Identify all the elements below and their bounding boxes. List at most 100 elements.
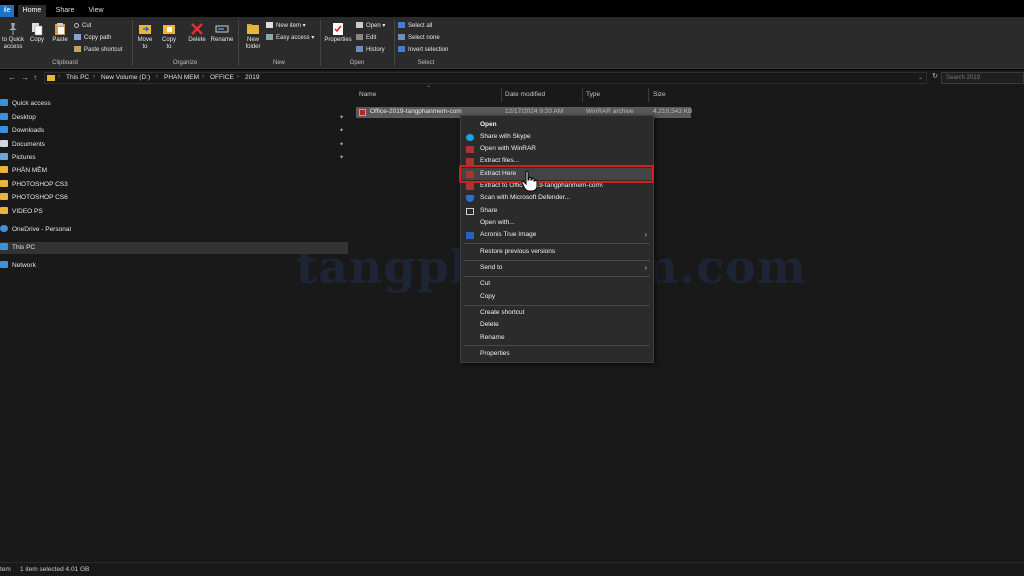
copy-path-button[interactable]: Copy path — [74, 33, 111, 43]
menu-item-copy[interactable]: Copy — [461, 291, 653, 303]
menu-item-open-winrar[interactable]: Open with WinRAR — [461, 143, 653, 155]
breadcrumb-office[interactable]: OFFICE — [210, 74, 234, 81]
new-folder-button[interactable]: New folder — [242, 22, 264, 51]
tab-file[interactable]: ile — [0, 5, 14, 17]
tab-share[interactable]: Share — [52, 5, 78, 17]
menu-item-send-to[interactable]: Send to › — [461, 262, 653, 274]
submenu-arrow-icon: › — [644, 263, 647, 272]
nav-documents[interactable]: Documents — [0, 139, 45, 151]
select-none-icon — [398, 34, 405, 40]
nav-photoshop-cs3[interactable]: PHOTOSHOP CS3 — [0, 179, 68, 191]
easy-access-icon — [266, 34, 273, 40]
new-item-icon — [266, 22, 273, 28]
pin-label-2: access — [3, 44, 23, 50]
column-date-modified[interactable]: Date modified — [505, 91, 545, 98]
up-arrow-icon[interactable]: ↑ — [33, 73, 37, 82]
edit-button[interactable]: Edit — [356, 33, 376, 43]
nav-quick-access[interactable]: Quick access — [0, 98, 51, 110]
easy-access-label: Easy access — [276, 35, 310, 41]
forward-arrow-icon[interactable]: → — [21, 73, 29, 82]
properties-button[interactable]: Properties — [322, 22, 354, 44]
new-folder-label-1: New — [246, 37, 259, 43]
picture-icon — [0, 153, 8, 160]
history-button[interactable]: History — [356, 45, 385, 55]
copy-to-button[interactable]: Copy to — [160, 22, 178, 51]
nav-onedrive[interactable]: OneDrive - Personal — [0, 224, 71, 236]
invert-selection-button[interactable]: Invert selection — [398, 45, 448, 55]
breadcrumb-new-volume[interactable]: New Volume (D:) — [101, 74, 150, 81]
menu-item-rename[interactable]: Rename — [461, 332, 653, 344]
skype-icon — [466, 134, 474, 141]
column-type[interactable]: Type — [586, 91, 600, 98]
menu-label: Cut — [480, 280, 491, 287]
tab-view[interactable]: View — [84, 5, 108, 17]
pin-icon: ✦ — [339, 155, 345, 161]
menu-separator — [464, 345, 650, 346]
status-selection: 1 item selected 4.01 GB — [20, 566, 90, 573]
back-arrow-icon[interactable]: ← — [8, 73, 16, 82]
menu-item-open-with[interactable]: Open with... — [461, 217, 653, 229]
menu-item-delete[interactable]: Delete — [461, 319, 653, 331]
paste-button[interactable]: Paste — [50, 22, 70, 44]
menu-item-restore-versions[interactable]: Restore previous versions — [461, 246, 653, 258]
breadcrumb-2019[interactable]: 2019 — [245, 74, 259, 81]
menu-item-share-skype[interactable]: Share with Skype — [461, 131, 653, 143]
select-all-label: Select all — [408, 23, 433, 29]
file-name: Office-2019-tangphanmem-com — [370, 108, 462, 115]
rename-button[interactable]: Rename — [210, 22, 234, 44]
file-size: 4,210,543 KB — [653, 108, 693, 115]
folder-icon — [0, 207, 8, 214]
nav-phan-mem[interactable]: PHẦN MỀM — [0, 165, 47, 177]
folder-icon — [0, 166, 8, 173]
menu-label: Copy — [480, 293, 496, 300]
column-separator[interactable] — [501, 88, 502, 102]
nav-desktop[interactable]: Desktop — [0, 112, 36, 124]
sort-chevron-icon: ⌃ — [426, 86, 432, 92]
pin-label-1: to Quick — [1, 37, 24, 43]
menu-item-cut[interactable]: Cut — [461, 278, 653, 290]
menu-item-properties[interactable]: Properties — [461, 348, 653, 360]
nav-downloads[interactable]: Downloads — [0, 125, 44, 137]
move-to-button[interactable]: Move to — [136, 22, 154, 51]
menu-item-open[interactable]: Open — [461, 119, 653, 131]
breadcrumb-this-pc[interactable]: This PC — [66, 74, 89, 81]
copy-button[interactable]: Copy — [28, 22, 46, 44]
column-name[interactable]: Name — [359, 91, 376, 98]
select-none-label: Select none — [408, 35, 440, 41]
invert-selection-icon — [398, 46, 405, 52]
acronis-icon — [466, 232, 474, 239]
pin-to-quick-access-button[interactable]: to Quick access — [0, 22, 26, 51]
select-none-button[interactable]: Select none — [398, 33, 440, 43]
new-folder-icon — [247, 24, 259, 34]
delete-button[interactable]: Delete — [186, 22, 208, 44]
column-separator[interactable] — [648, 88, 649, 102]
copy-to-label-1: Copy — [161, 37, 176, 43]
nav-video-ps[interactable]: VIDEO PS — [0, 206, 43, 218]
delete-x-icon — [191, 23, 203, 35]
refresh-icon[interactable]: ↻ — [929, 72, 941, 84]
column-separator[interactable] — [582, 88, 583, 102]
menu-label: Create shortcut — [480, 309, 525, 316]
address-bar[interactable]: › This PC › New Volume (D:) › PHAN MEM ›… — [44, 72, 927, 84]
address-dropdown-icon[interactable]: ⌄ — [918, 74, 923, 81]
menu-item-create-shortcut[interactable]: Create shortcut — [461, 307, 653, 319]
edit-label: Edit — [366, 35, 377, 41]
easy-access-button[interactable]: Easy access ▾ — [266, 33, 314, 43]
nav-photoshop-cs6[interactable]: PHOTOSHOP CS6 — [0, 192, 68, 204]
breadcrumb-phan-mem[interactable]: PHAN MEM — [164, 74, 199, 81]
menu-item-share[interactable]: Share — [461, 205, 653, 217]
cut-button[interactable]: Cut — [74, 21, 91, 31]
column-size[interactable]: Size — [653, 91, 666, 98]
tab-home[interactable]: Home — [18, 5, 46, 17]
menu-item-acronis[interactable]: Acronis True Image › — [461, 229, 653, 241]
select-all-button[interactable]: Select all — [398, 21, 432, 31]
open-button[interactable]: Open ▾ — [356, 21, 385, 31]
menu-item-scan-defender[interactable]: Scan with Microsoft Defender... — [461, 192, 653, 204]
move-to-label-2: to — [142, 44, 148, 50]
menu-label: Properties — [480, 350, 510, 357]
nav-network[interactable]: Network — [0, 260, 36, 272]
paste-shortcut-button[interactable]: Paste shortcut — [74, 45, 122, 55]
search-input[interactable]: Search 2019 — [941, 72, 1024, 84]
new-item-button[interactable]: New item ▾ — [266, 21, 306, 31]
nav-pictures[interactable]: Pictures — [0, 152, 35, 164]
